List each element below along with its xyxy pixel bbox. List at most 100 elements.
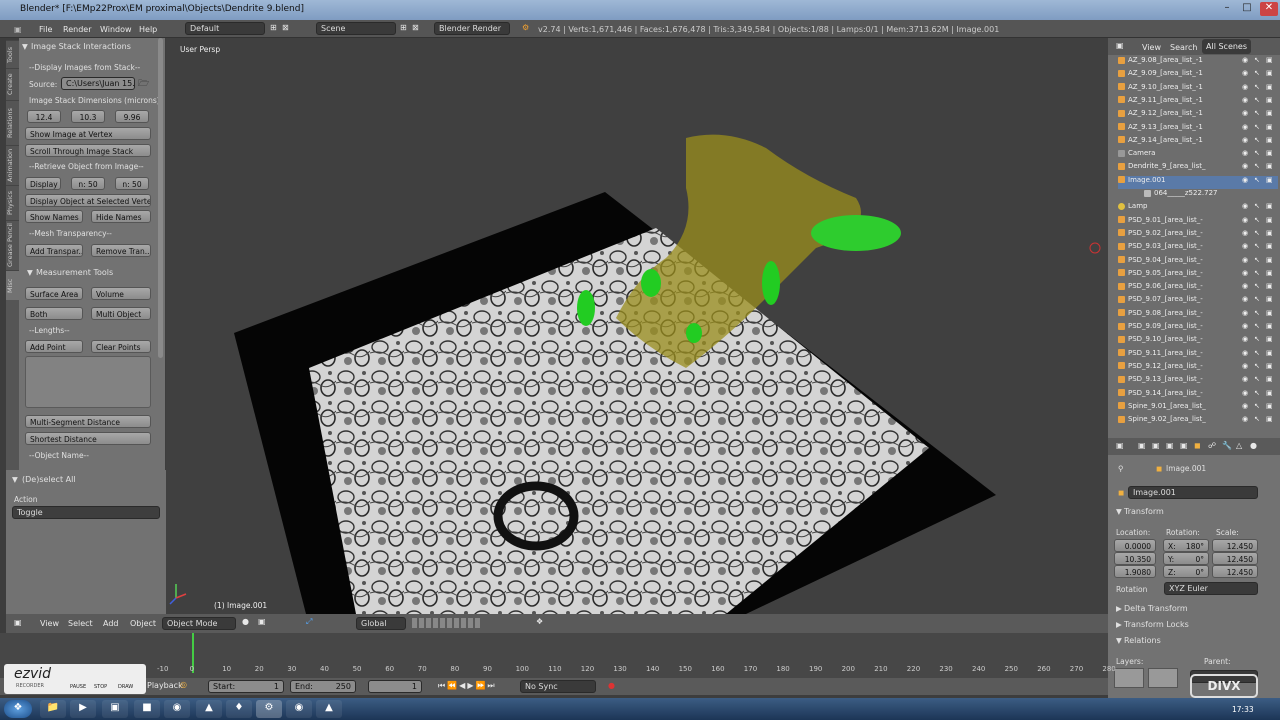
camera-render-icon[interactable]: ▣ — [1266, 256, 1273, 264]
outliner-item[interactable]: PSD_9.11_[area_list_- ◉ ↖ ▣ — [1118, 349, 1278, 362]
cursor-icon[interactable]: ↖ — [1254, 216, 1260, 224]
rotation-y-field[interactable]: Y: 0° — [1163, 552, 1209, 565]
eye-icon[interactable]: ◉ — [1242, 295, 1248, 303]
eye-icon[interactable]: ◉ — [1242, 362, 1248, 370]
eye-icon[interactable]: ◉ — [1242, 136, 1248, 144]
cursor-icon[interactable]: ↖ — [1254, 242, 1260, 250]
panel-header-measurement[interactable]: Measurement Tools — [36, 268, 113, 277]
display-button[interactable]: Display — [25, 177, 61, 190]
chrome-icon[interactable]: ◉ — [286, 700, 312, 718]
scale-y-field[interactable]: 12.450 — [1212, 552, 1258, 565]
cursor-icon[interactable]: ↖ — [1254, 415, 1260, 423]
cursor-icon[interactable]: ↖ — [1254, 295, 1260, 303]
menu-help[interactable]: Help — [139, 25, 157, 34]
recorder-stop-button[interactable]: STOP — [94, 684, 107, 690]
cursor-icon[interactable]: ↖ — [1254, 362, 1260, 370]
maximize-icon[interactable]: □ — [1238, 2, 1256, 16]
manipulator-icon[interactable]: ⤢ — [306, 617, 312, 627]
location-y-field[interactable]: 10.350 — [1114, 552, 1156, 565]
collapse-triangle-icon[interactable]: ▼ — [12, 475, 18, 484]
object-tab-icon[interactable]: ◼ — [1194, 441, 1201, 450]
keyframe-icon[interactable]: ◎ — [180, 680, 187, 689]
outliner-item[interactable]: AZ_9.10_[area_list_-1 ◉ ↖ ▣ — [1118, 83, 1278, 96]
outliner-item[interactable]: PSD_9.03_[area_list_- ◉ ↖ ▣ — [1118, 242, 1278, 255]
camera-render-icon[interactable]: ▣ — [1266, 83, 1273, 91]
app-icon[interactable]: ▲ — [196, 700, 222, 718]
eye-icon[interactable]: ◉ — [1242, 162, 1248, 170]
cursor-icon[interactable]: ↖ — [1254, 56, 1260, 64]
eye-icon[interactable]: ◉ — [1242, 256, 1248, 264]
cursor-icon[interactable]: ↖ — [1254, 322, 1260, 330]
tab-create[interactable]: Create — [6, 68, 19, 100]
cursor-icon[interactable]: ↖ — [1254, 256, 1260, 264]
add-scene-icon[interactable]: ⊞ — [400, 23, 407, 32]
object-name-field[interactable]: Image.001 — [1128, 486, 1258, 499]
outliner-item[interactable]: PSD_9.13_[area_list_- ◉ ↖ ▣ — [1118, 375, 1278, 388]
outliner-item[interactable]: AZ_9.09_[area_list_-1 ◉ ↖ ▣ — [1118, 69, 1278, 82]
outliner-item[interactable]: PSD_9.10_[area_list_- ◉ ↖ ▣ — [1118, 335, 1278, 348]
n-field-1[interactable]: n: 50 — [71, 177, 105, 190]
eye-icon[interactable]: ◉ — [1242, 415, 1248, 423]
outliner-item[interactable]: Lamp ◉ ↖ ▣ — [1118, 202, 1278, 215]
layout-select[interactable]: Default — [185, 22, 265, 35]
outliner-scene-select[interactable]: All Scenes — [1202, 39, 1252, 54]
relations-header[interactable]: Relations — [1124, 636, 1161, 645]
hide-names-button[interactable]: Hide Names — [91, 210, 151, 223]
end-frame-field[interactable]: End: 250 — [290, 680, 356, 693]
source-path-field[interactable]: C:\Users\Juan 15... — [61, 77, 135, 90]
outliner-item[interactable]: PSD_9.14_[area_list_- ◉ ↖ ▣ — [1118, 389, 1278, 402]
editor-type-icon[interactable]: ▣ — [1116, 441, 1124, 450]
panel-header-image-stack[interactable]: Image Stack Interactions — [31, 42, 131, 51]
remove-transparency-button[interactable]: Remove Tran... — [91, 244, 151, 257]
camera-render-icon[interactable]: ▣ — [1266, 123, 1273, 131]
vlc-icon[interactable]: ▲ — [316, 700, 342, 718]
outliner-menu-view[interactable]: View — [1142, 43, 1161, 52]
3d-viewport[interactable]: User Persp (1) Image.001 — [166, 38, 1108, 614]
outliner-item[interactable]: 064_____z522.727 — [1144, 189, 1280, 202]
camera-render-icon[interactable]: ▣ — [1266, 229, 1273, 237]
snap-icon[interactable]: ❖ — [536, 617, 543, 626]
shortest-distance-button[interactable]: Shortest Distance — [25, 432, 151, 445]
collapse-triangle-icon[interactable]: ▼ — [1116, 507, 1122, 516]
outliner-item[interactable]: PSD_9.07_[area_list_- ◉ ↖ ▣ — [1118, 295, 1278, 308]
toolpanel-scrollbar[interactable] — [158, 38, 163, 358]
add-point-button[interactable]: Add Point — [25, 340, 83, 353]
outliner-item[interactable]: Spine_9.01_[area_list_ ◉ ↖ ▣ — [1118, 402, 1278, 415]
add-layout-icon[interactable]: ⊞ — [270, 23, 277, 32]
outliner-item[interactable]: Camera ◉ ↖ ▣ — [1118, 149, 1278, 162]
outliner-item[interactable]: Spine_9.02_[area_list_ ◉ ↖ ▣ — [1118, 415, 1278, 428]
multi-object-button[interactable]: Multi Object — [91, 307, 151, 320]
camera-render-icon[interactable]: ▣ — [1266, 282, 1273, 290]
rotation-x-field[interactable]: X: 180° — [1163, 539, 1209, 552]
eye-icon[interactable]: ◉ — [1242, 56, 1248, 64]
dim-x-field[interactable]: 12.4 — [27, 110, 61, 123]
folder-icon[interactable]: 🗁 — [138, 76, 149, 92]
transform-locks-header[interactable]: Transform Locks — [1124, 620, 1189, 629]
camera-render-icon[interactable]: ▣ — [1266, 96, 1273, 104]
camera-render-icon[interactable]: ▣ — [1266, 335, 1273, 343]
start-button-icon[interactable]: ❖ — [4, 700, 32, 718]
cursor-icon[interactable]: ↖ — [1254, 96, 1260, 104]
eye-icon[interactable]: ◉ — [1242, 282, 1248, 290]
outliner-item[interactable]: Image.001 ◉ ↖ ▣ — [1118, 175, 1278, 189]
expand-triangle-icon[interactable]: ▶ — [1116, 620, 1122, 629]
editor-type-icon[interactable]: ▣ — [14, 618, 22, 627]
outliner-item[interactable]: PSD_9.08_[area_list_- ◉ ↖ ▣ — [1118, 309, 1278, 322]
modifiers-tab-icon[interactable]: 🔧 — [1222, 441, 1232, 450]
layers-tab-icon[interactable]: ▣ — [1152, 441, 1160, 450]
cursor-icon[interactable]: ↖ — [1254, 375, 1260, 383]
recorder-pause-button[interactable]: PAUSE — [70, 684, 86, 690]
camera-render-icon[interactable]: ▣ — [1266, 309, 1273, 317]
shading-icon[interactable]: ● — [242, 617, 249, 626]
pivot-icon[interactable]: ▣ — [258, 617, 266, 626]
timeline[interactable]: -10 0 10 20 30 40 50 60 70 80 90 100 110 120 130 140 150… — [0, 633, 1116, 678]
cursor-icon[interactable]: ↖ — [1254, 202, 1260, 210]
both-button[interactable]: Both — [25, 307, 83, 320]
camera-render-icon[interactable]: ▣ — [1266, 202, 1273, 210]
cursor-icon[interactable]: ↖ — [1254, 269, 1260, 277]
eye-icon[interactable]: ◉ — [1242, 96, 1248, 104]
location-z-field[interactable]: 1.9080 — [1114, 565, 1156, 578]
pin-icon[interactable]: ⚲ — [1118, 464, 1124, 473]
transform-orientation-select[interactable]: Global — [356, 617, 406, 630]
action-select[interactable]: Toggle — [12, 506, 160, 519]
